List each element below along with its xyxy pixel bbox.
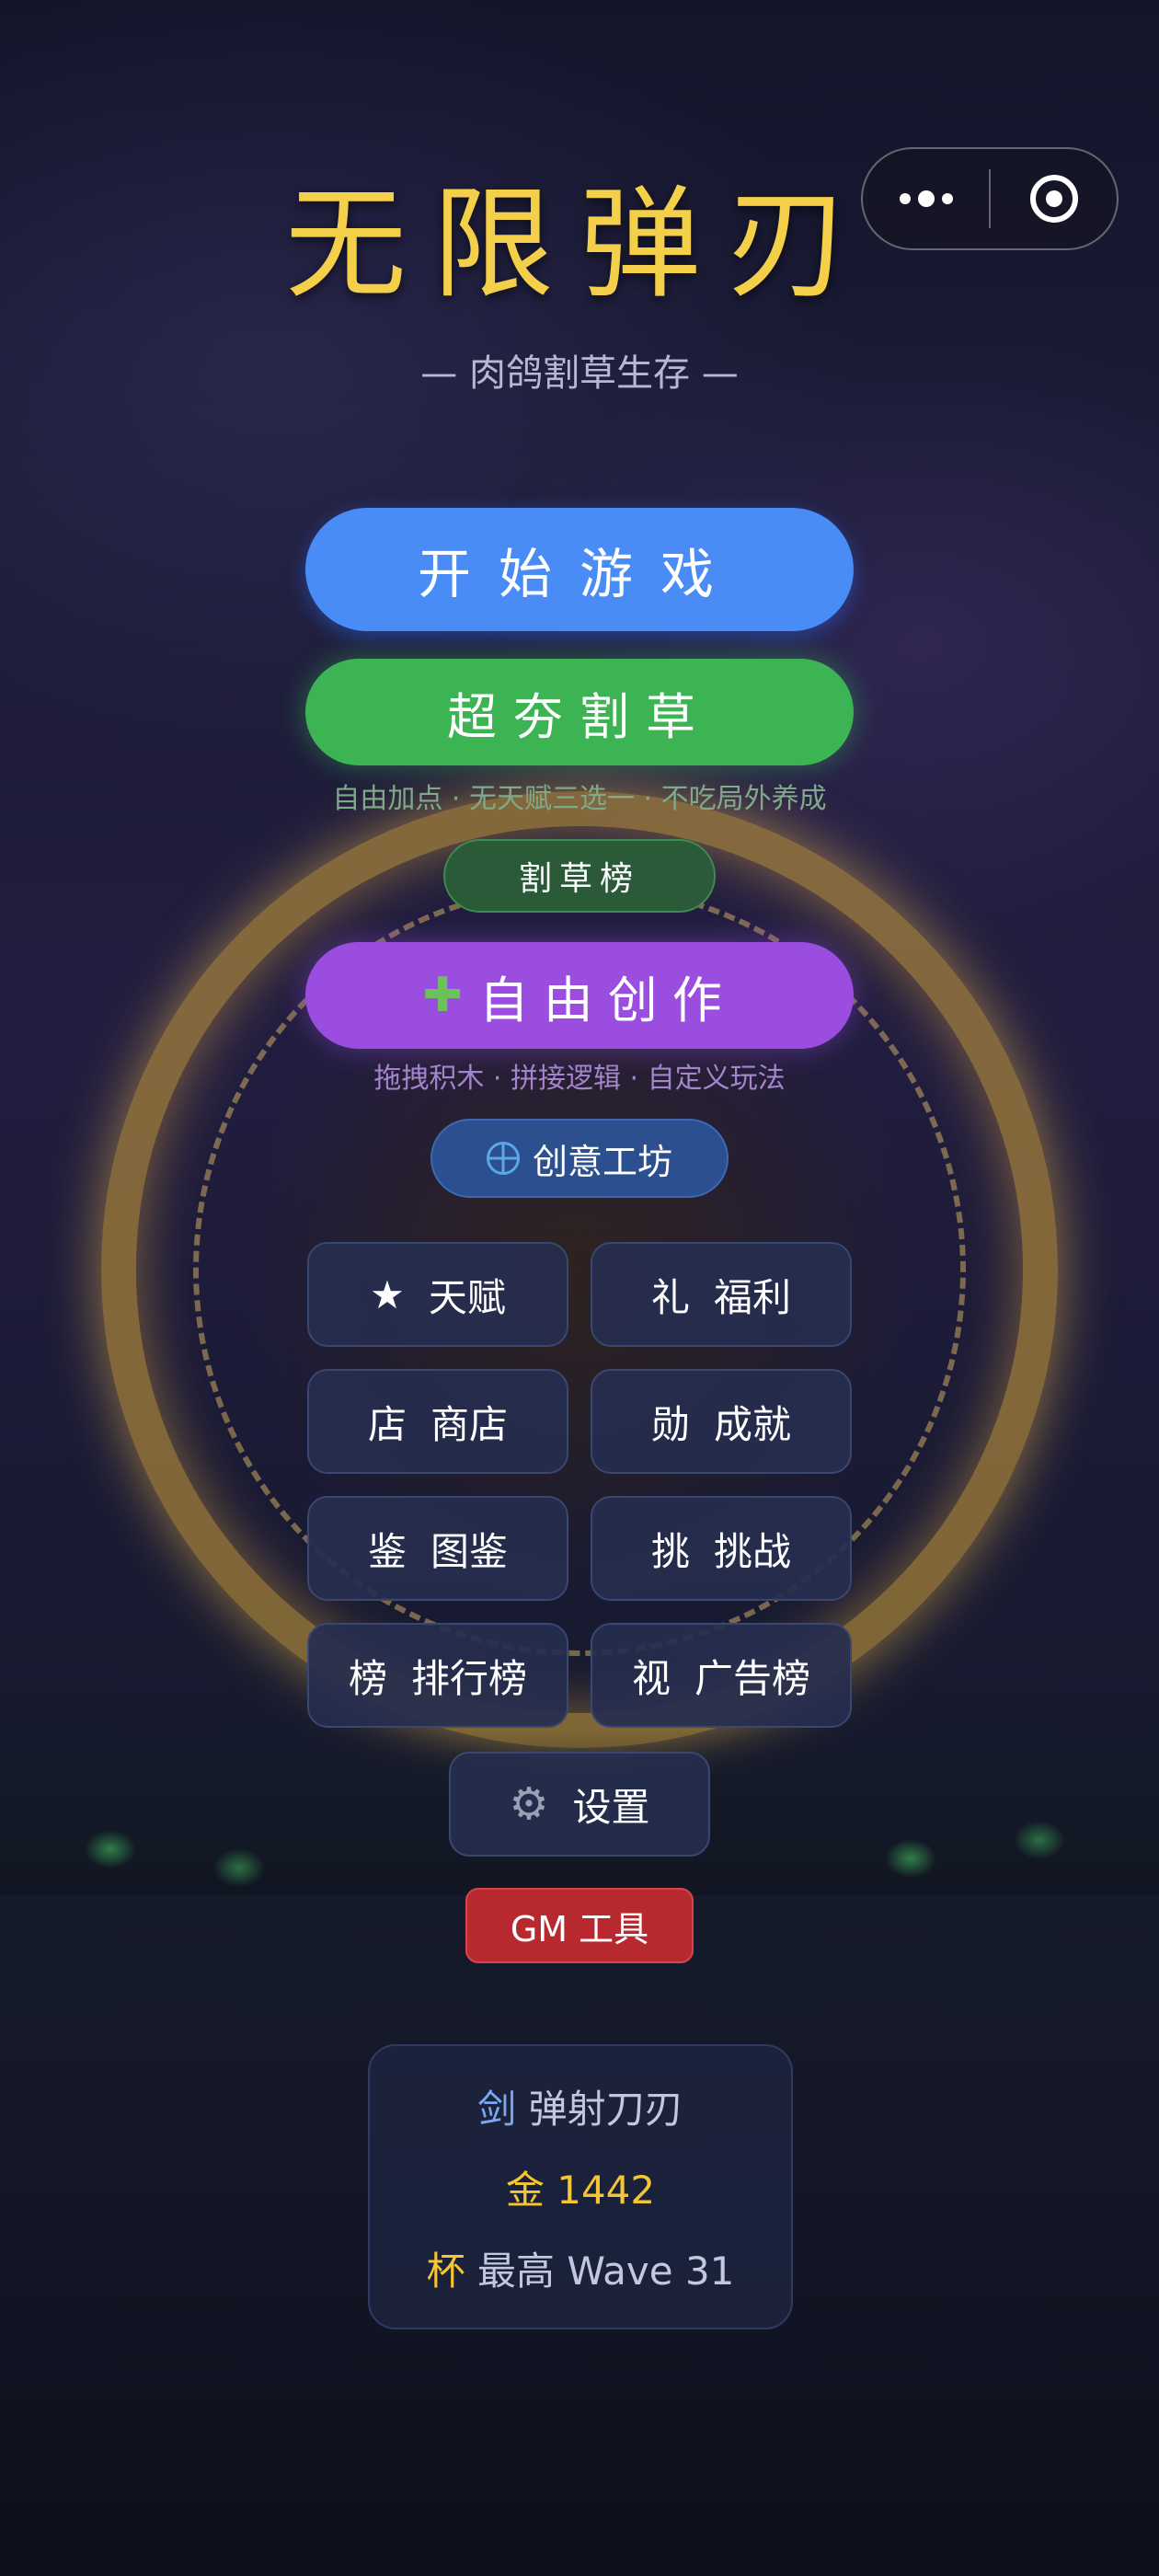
trophy-icon: 杯 [426,2248,465,2294]
star-icon: ★ [370,1271,405,1317]
ad-leaderboard-label: 广告榜 [694,1655,811,1701]
welfare-label: 福利 [714,1274,792,1320]
challenge-label: 挑战 [714,1528,792,1574]
settings-button[interactable]: ⚙ 设置 [449,1752,710,1857]
globe-icon [486,1142,520,1175]
gear-icon: ⚙ [509,1778,549,1830]
leaderboard-icon: 榜 [348,1655,387,1701]
game-title: 无限弹刃 [285,174,874,316]
mow-mode-hint: 自由加点 · 无天赋三选一 · 不吃局外养成 [332,783,827,815]
challenge-icon: 挑 [650,1528,690,1574]
gift-icon: 礼 [650,1274,690,1320]
leaderboard-button[interactable]: 榜 排行榜 [307,1623,568,1728]
workshop-label: 创意工坊 [532,1141,672,1182]
shop-icon: 店 [367,1401,407,1447]
gm-tools-label: GM 工具 [510,1908,649,1949]
weapon-stat: 剑 弹射刀刃 [370,2090,791,2129]
game-subtitle: — 肉鸽割草生存 — [420,352,739,395]
gold-value: 1442 [557,2168,656,2213]
shop-label: 商店 [430,1401,509,1447]
free-create-button[interactable]: ✚ 自由创作 [305,942,854,1049]
free-create-hint: 拖拽积木 · 拼接逻辑 · 自定义玩法 [373,1063,786,1095]
gm-tools-button[interactable]: GM 工具 [465,1888,694,1963]
achievement-button[interactable]: 勋 成就 [591,1369,852,1474]
challenge-button[interactable]: 挑 挑战 [591,1496,852,1601]
mow-leaderboard-button[interactable]: 割草榜 [443,839,716,913]
medal-icon: 勋 [650,1401,690,1447]
codex-label: 图鉴 [430,1528,509,1574]
gold-stat: 金 1442 [370,2171,791,2210]
gold-icon: 金 [505,2168,545,2213]
talent-label: 天赋 [428,1274,506,1320]
video-icon: 视 [631,1655,671,1701]
codex-button[interactable]: 鉴 图鉴 [307,1496,568,1601]
mow-leaderboard-label: 割草榜 [518,860,640,898]
mow-mode-label: 超夯割草 [447,687,712,746]
free-create-label: 自由创作 [478,971,737,1029]
start-game-button[interactable]: 开始游戏 [305,508,854,631]
leaderboard-label: 排行榜 [411,1655,528,1701]
talent-button[interactable]: ★ 天赋 [307,1242,568,1347]
best-wave-stat: 杯 最高 Wave 31 [370,2252,791,2291]
codex-icon: 鉴 [367,1528,407,1574]
sword-icon: 剑 [477,2087,517,2132]
welfare-button[interactable]: 礼 福利 [591,1242,852,1347]
achievement-label: 成就 [714,1401,792,1447]
workshop-button[interactable]: 创意工坊 [430,1119,729,1198]
start-game-label: 开始游戏 [417,543,741,605]
shop-button[interactable]: 店 商店 [307,1369,568,1474]
settings-label: 设置 [572,1784,650,1830]
weapon-name: 弹射刀刃 [528,2087,683,2132]
mow-mode-button[interactable]: 超夯割草 [305,659,854,765]
best-wave-text: 最高 Wave 31 [476,2248,735,2294]
player-stats-panel: 剑 弹射刀刃 金 1442 杯 最高 Wave 31 [368,2044,793,2329]
ad-leaderboard-button[interactable]: 视 广告榜 [591,1623,852,1728]
puzzle-icon: ✚ [422,968,463,1023]
